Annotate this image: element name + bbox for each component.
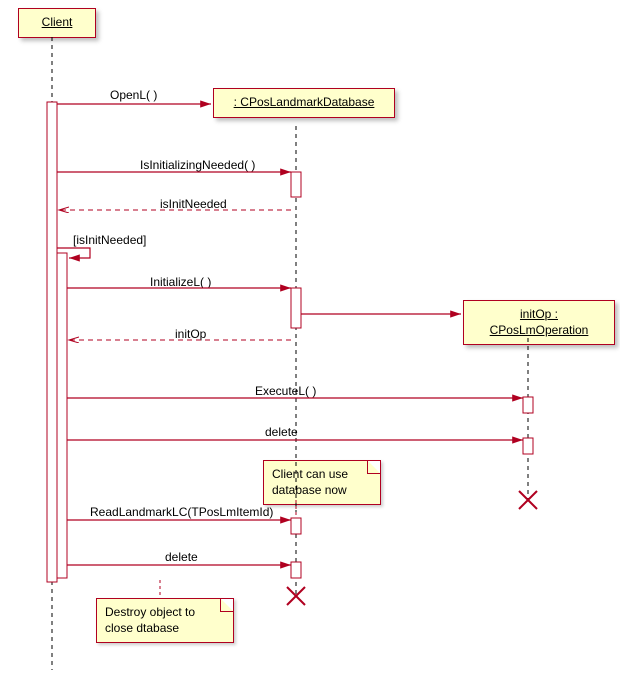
diagram-svg: [0, 0, 620, 688]
